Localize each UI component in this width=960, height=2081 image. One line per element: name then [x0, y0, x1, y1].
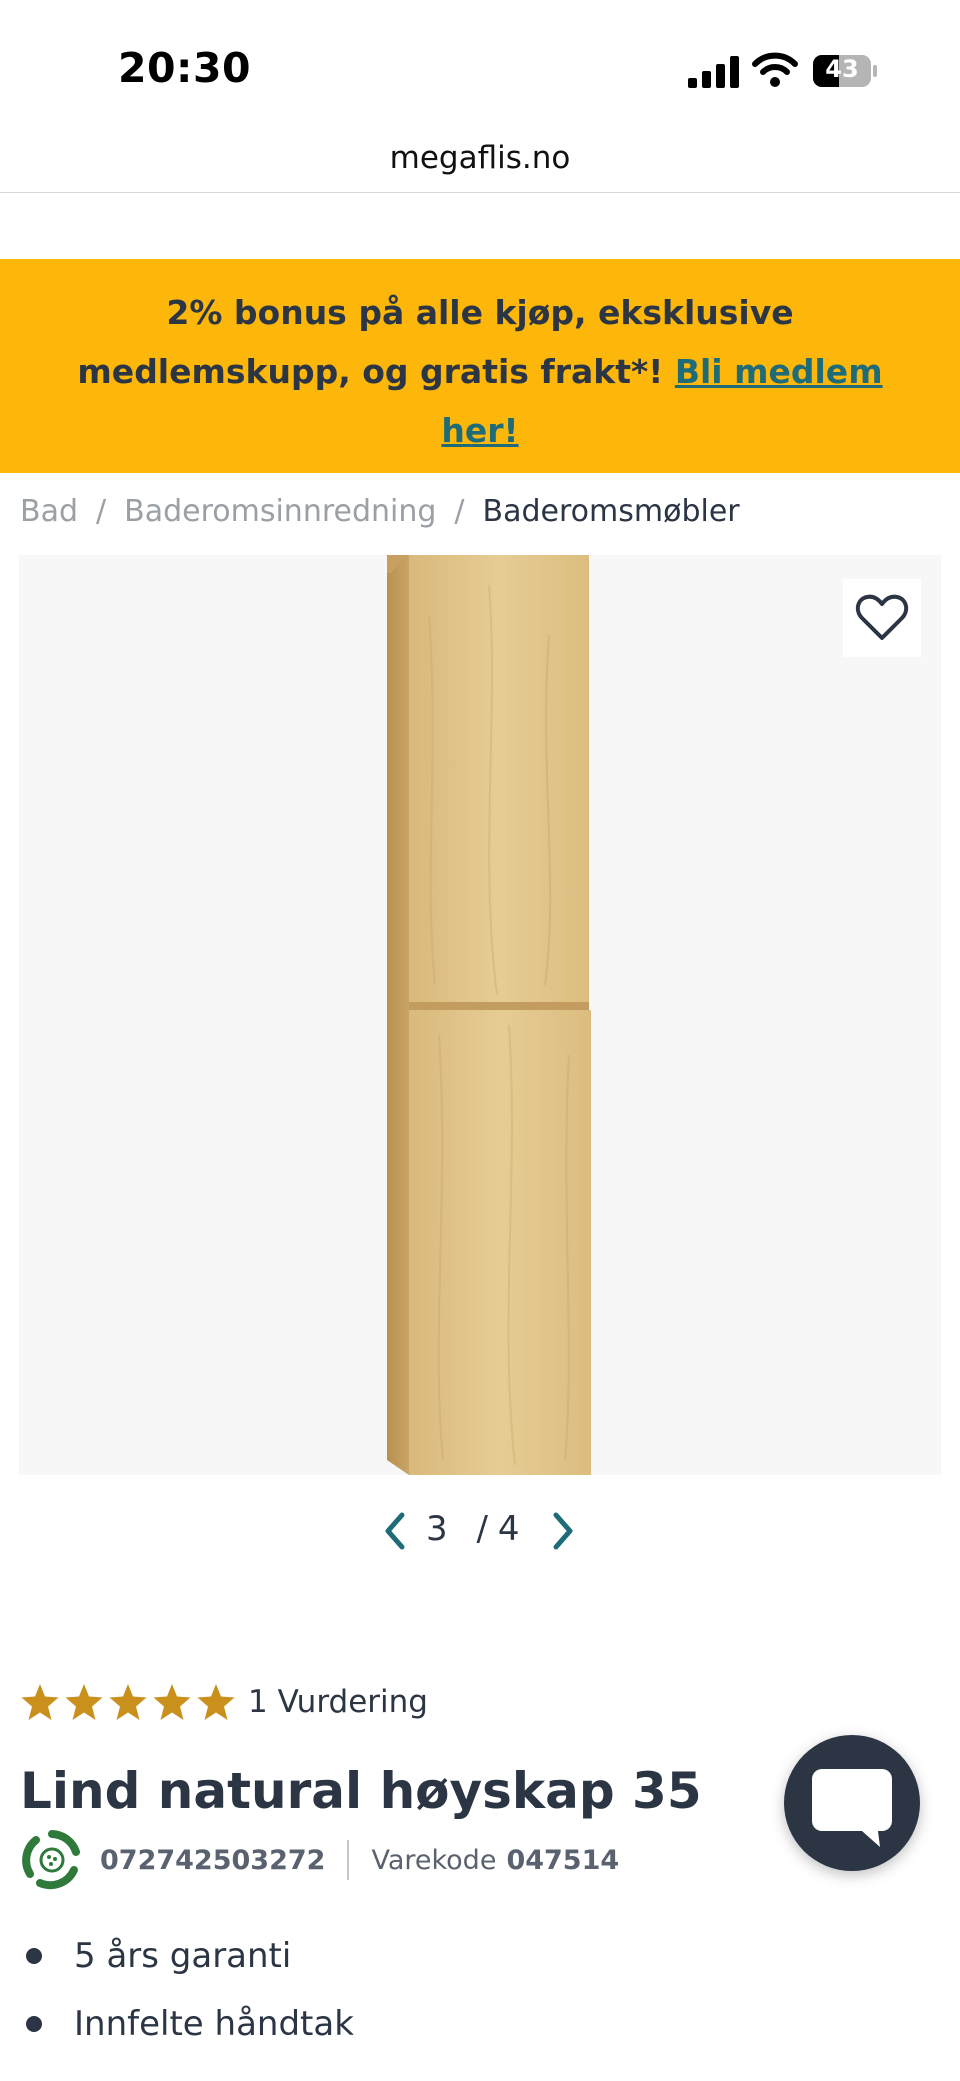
- status-time: 20:30: [118, 44, 252, 92]
- favorite-button[interactable]: [843, 579, 921, 657]
- gallery-page-indicator: 3 /4: [426, 1509, 520, 1549]
- codes-divider: [347, 1840, 350, 1880]
- item-code-label: Varekode: [371, 1844, 497, 1876]
- breadcrumb-separator: /: [96, 494, 107, 529]
- star-icon: [65, 1684, 103, 1720]
- product-rating[interactable]: 1 Vurdering: [20, 1680, 428, 1724]
- gallery-current-page: 3: [426, 1509, 448, 1549]
- breadcrumb-separator: /: [454, 494, 465, 529]
- product-ean: 072742503272: [100, 1844, 326, 1876]
- chevron-left-icon[interactable]: [380, 1511, 410, 1551]
- star-icon: [153, 1684, 191, 1720]
- recycle-eco-icon[interactable]: [18, 1826, 86, 1894]
- breadcrumb-item-baderomsinnredning[interactable]: Baderomsinnredning: [124, 494, 436, 529]
- cellular-signal-icon: [688, 56, 739, 88]
- breadcrumb: Bad / Baderomsinnredning / Baderomsmøbler: [20, 494, 740, 529]
- membership-banner: 2% bonus på alle kjøp, eksklusive medlem…: [0, 259, 960, 473]
- battery-icon: 43: [812, 54, 878, 88]
- status-bar: 20:30 43: [0, 0, 960, 120]
- product-codes: 072742503272 Varekode 047514: [100, 1840, 619, 1880]
- feature-item: Innfelte håndtak: [20, 2000, 354, 2068]
- chevron-right-icon[interactable]: [548, 1511, 578, 1551]
- feature-list: 5 års garanti Innfelte håndtak: [20, 1932, 354, 2068]
- heart-outline-icon: [855, 594, 909, 640]
- browser-address-bar[interactable]: megaflis.no: [0, 132, 960, 193]
- star-icon: [21, 1684, 59, 1720]
- gallery-pagination: 3 /4: [380, 1505, 580, 1557]
- product-image: [387, 555, 591, 1475]
- breadcrumb-item-bad[interactable]: Bad: [20, 494, 78, 529]
- chat-button[interactable]: [784, 1735, 920, 1871]
- star-icon: [197, 1684, 235, 1720]
- product-image-gallery[interactable]: [19, 555, 941, 1475]
- rating-stars: [20, 1682, 236, 1722]
- feature-item: 5 års garanti: [20, 1932, 354, 2000]
- banner-text: 2% bonus på alle kjøp, eksklusive medlem…: [70, 283, 890, 460]
- battery-level: 43: [825, 55, 859, 83]
- wifi-icon: [752, 52, 798, 87]
- star-icon: [109, 1684, 147, 1720]
- gallery-total-pages: 4: [497, 1509, 520, 1549]
- item-code-value: 047514: [506, 1844, 620, 1876]
- chat-bubble-icon: [812, 1769, 892, 1847]
- gallery-page-separator: /: [476, 1509, 488, 1549]
- breadcrumb-item-current: Baderomsmøbler: [482, 494, 740, 529]
- rating-count[interactable]: 1 Vurdering: [248, 1684, 428, 1720]
- product-title: Lind natural høyskap 35: [20, 1762, 702, 1820]
- url-text[interactable]: megaflis.no: [0, 140, 960, 176]
